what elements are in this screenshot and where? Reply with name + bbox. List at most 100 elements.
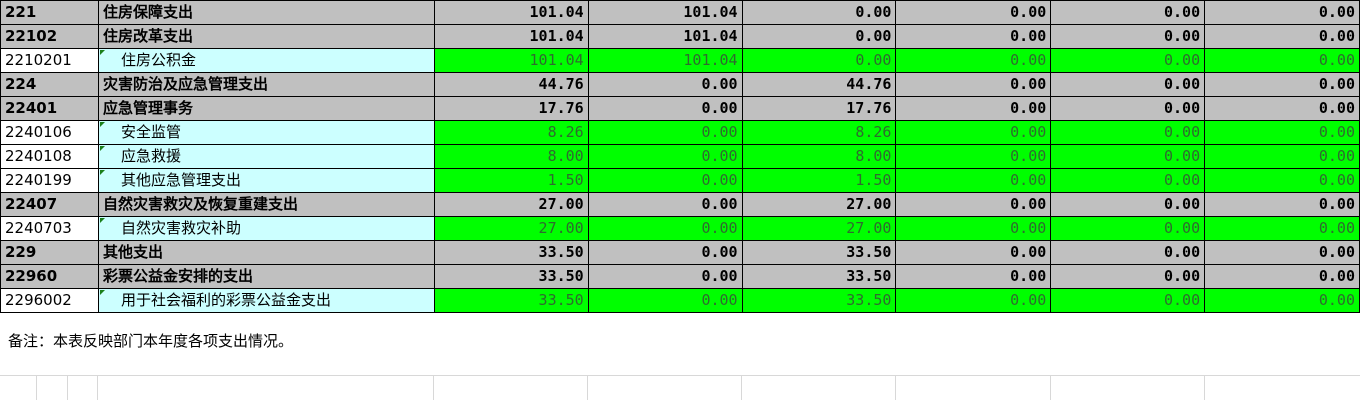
amount-cell[interactable]: 0.00 xyxy=(587,288,743,313)
function-name-cell[interactable]: 住房保障支出 xyxy=(97,0,435,25)
amount-cell[interactable]: 0.00 xyxy=(1050,288,1206,313)
function-name-cell[interactable]: 自然灾害救灾补助 xyxy=(97,216,435,241)
amount-cell[interactable]: 33.50 xyxy=(741,240,897,265)
amount-cell[interactable]: 8.00 xyxy=(433,144,589,169)
amount-cell[interactable]: 0.00 xyxy=(1050,48,1206,73)
function-name-cell[interactable]: 彩票公益金安排的支出 xyxy=(97,264,435,289)
amount-cell[interactable]: 0.00 xyxy=(895,120,1052,145)
amount-cell[interactable]: 0.00 xyxy=(1050,120,1206,145)
amount-cell[interactable]: 33.50 xyxy=(433,288,589,313)
amount-cell[interactable]: 1.50 xyxy=(741,168,897,193)
amount-cell[interactable]: 44.76 xyxy=(433,72,589,97)
function-name-cell[interactable]: 住房改革支出 xyxy=(97,24,435,49)
amount-cell[interactable]: 8.26 xyxy=(433,120,589,145)
function-name-cell[interactable]: 应急管理事务 xyxy=(97,96,435,121)
amount-cell[interactable]: 0.00 xyxy=(895,144,1052,169)
amount-cell[interactable]: 0.00 xyxy=(1204,192,1360,217)
function-code-cell[interactable]: 229 xyxy=(0,240,99,265)
function-code-cell[interactable]: 22407 xyxy=(0,192,99,217)
amount-cell[interactable]: 0.00 xyxy=(1204,144,1360,169)
amount-cell[interactable]: 0.00 xyxy=(587,240,743,265)
amount-cell[interactable]: 0.00 xyxy=(1204,264,1360,289)
function-code-cell[interactable]: 2240108 xyxy=(0,144,99,169)
amount-cell[interactable]: 0.00 xyxy=(1050,216,1206,241)
amount-cell[interactable]: 0.00 xyxy=(1050,0,1206,25)
amount-cell[interactable]: 0.00 xyxy=(1204,216,1360,241)
amount-cell[interactable]: 0.00 xyxy=(587,264,743,289)
amount-cell[interactable]: 101.04 xyxy=(587,24,743,49)
amount-cell[interactable]: 0.00 xyxy=(895,24,1052,49)
amount-cell[interactable]: 33.50 xyxy=(741,264,897,289)
amount-cell[interactable]: 0.00 xyxy=(1050,240,1206,265)
amount-cell[interactable]: 17.76 xyxy=(433,96,589,121)
amount-cell[interactable]: 44.76 xyxy=(741,72,897,97)
amount-cell[interactable]: 27.00 xyxy=(741,192,897,217)
amount-cell[interactable]: 0.00 xyxy=(1204,168,1360,193)
amount-cell[interactable]: 0.00 xyxy=(1050,168,1206,193)
amount-cell[interactable]: 0.00 xyxy=(1204,48,1360,73)
amount-cell[interactable]: 101.04 xyxy=(433,0,589,25)
function-code-cell[interactable]: 221 xyxy=(0,0,99,25)
amount-cell[interactable]: 0.00 xyxy=(1204,0,1360,25)
function-code-cell[interactable]: 22401 xyxy=(0,96,99,121)
function-code-cell[interactable]: 224 xyxy=(0,72,99,97)
function-code-cell[interactable]: 2240703 xyxy=(0,216,99,241)
amount-cell[interactable]: 0.00 xyxy=(895,288,1052,313)
function-name-cell[interactable]: 用于社会福利的彩票公益金支出 xyxy=(97,288,435,313)
amount-cell[interactable]: 33.50 xyxy=(433,240,589,265)
function-code-cell[interactable]: 22102 xyxy=(0,24,99,49)
amount-cell[interactable]: 0.00 xyxy=(895,240,1052,265)
function-name-cell[interactable]: 安全监管 xyxy=(97,120,435,145)
amount-cell[interactable]: 0.00 xyxy=(1204,240,1360,265)
amount-cell[interactable]: 8.00 xyxy=(741,144,897,169)
amount-cell[interactable]: 0.00 xyxy=(1204,120,1360,145)
amount-cell[interactable]: 8.26 xyxy=(741,120,897,145)
amount-cell[interactable]: 0.00 xyxy=(1050,96,1206,121)
function-name-cell[interactable]: 住房公积金 xyxy=(97,48,435,73)
function-code-cell[interactable]: 2240106 xyxy=(0,120,99,145)
amount-cell[interactable]: 0.00 xyxy=(895,0,1052,25)
amount-cell[interactable]: 0.00 xyxy=(895,72,1052,97)
function-name-cell[interactable]: 自然灾害救灾及恢复重建支出 xyxy=(97,192,435,217)
amount-cell[interactable]: 33.50 xyxy=(741,288,897,313)
amount-cell[interactable]: 0.00 xyxy=(895,264,1052,289)
amount-cell[interactable]: 0.00 xyxy=(1204,288,1360,313)
function-name-cell[interactable]: 其他应急管理支出 xyxy=(97,168,435,193)
function-name-cell[interactable]: 灾害防治及应急管理支出 xyxy=(97,72,435,97)
function-code-cell[interactable]: 2210201 xyxy=(0,48,99,73)
amount-cell[interactable]: 0.00 xyxy=(1204,96,1360,121)
amount-cell[interactable]: 0.00 xyxy=(1050,192,1206,217)
function-code-cell[interactable]: 2296002 xyxy=(0,288,99,313)
amount-cell[interactable]: 0.00 xyxy=(587,216,743,241)
function-name-cell[interactable]: 应急救援 xyxy=(97,144,435,169)
amount-cell[interactable]: 27.00 xyxy=(433,216,589,241)
amount-cell[interactable]: 0.00 xyxy=(1204,72,1360,97)
amount-cell[interactable]: 17.76 xyxy=(741,96,897,121)
amount-cell[interactable]: 101.04 xyxy=(587,48,743,73)
amount-cell[interactable]: 0.00 xyxy=(587,168,743,193)
amount-cell[interactable]: 0.00 xyxy=(741,48,897,73)
amount-cell[interactable]: 101.04 xyxy=(433,24,589,49)
function-code-cell[interactable]: 22960 xyxy=(0,264,99,289)
amount-cell[interactable]: 1.50 xyxy=(433,168,589,193)
amount-cell[interactable]: 0.00 xyxy=(895,48,1052,73)
function-name-cell[interactable]: 其他支出 xyxy=(97,240,435,265)
amount-cell[interactable]: 0.00 xyxy=(1050,24,1206,49)
amount-cell[interactable]: 27.00 xyxy=(741,216,897,241)
amount-cell[interactable]: 33.50 xyxy=(433,264,589,289)
amount-cell[interactable]: 0.00 xyxy=(895,192,1052,217)
amount-cell[interactable]: 0.00 xyxy=(587,144,743,169)
amount-cell[interactable]: 0.00 xyxy=(587,120,743,145)
amount-cell[interactable]: 0.00 xyxy=(1050,144,1206,169)
amount-cell[interactable]: 27.00 xyxy=(433,192,589,217)
amount-cell[interactable]: 0.00 xyxy=(1204,24,1360,49)
amount-cell[interactable]: 0.00 xyxy=(587,96,743,121)
amount-cell[interactable]: 0.00 xyxy=(1050,72,1206,97)
amount-cell[interactable]: 0.00 xyxy=(741,0,897,25)
function-code-cell[interactable]: 2240199 xyxy=(0,168,99,193)
amount-cell[interactable]: 0.00 xyxy=(587,72,743,97)
amount-cell[interactable]: 0.00 xyxy=(895,96,1052,121)
amount-cell[interactable]: 0.00 xyxy=(895,216,1052,241)
amount-cell[interactable]: 0.00 xyxy=(895,168,1052,193)
amount-cell[interactable]: 0.00 xyxy=(587,192,743,217)
